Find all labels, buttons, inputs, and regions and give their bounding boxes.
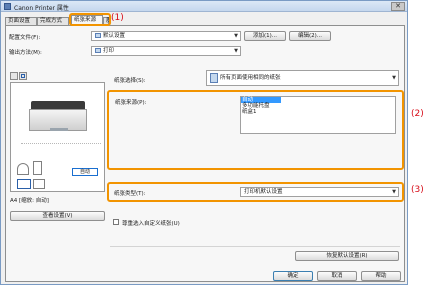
output-method-select[interactable]: 打印 ▼ — [91, 46, 241, 56]
highlight-paper-source — [107, 90, 404, 170]
highlight-paper-type — [107, 182, 404, 202]
auto-selector[interactable]: 自动 — [72, 168, 98, 176]
printer-properties-window: Canon Printer 属性 ✕ 页面设置 完成方式 纸张来源 质 配置文件… — [0, 0, 408, 285]
profile-select[interactable]: 默认设置 ▼ — [91, 31, 241, 41]
cancel-button[interactable]: 取消 — [317, 271, 357, 281]
add-profile-button[interactable]: 添加(1)... — [244, 31, 286, 41]
close-button[interactable]: ✕ — [391, 2, 405, 11]
custom-paper-label: 尊重选入自定义纸张(U) — [122, 221, 180, 227]
callout-1: (1) — [111, 13, 124, 23]
title-bar: Canon Printer 属性 ✕ — [1, 1, 407, 12]
tab-page-setup[interactable]: 页面设置 — [5, 17, 37, 25]
chevron-down-icon: ▼ — [234, 48, 238, 54]
edit-profile-button[interactable]: 编辑(2)... — [289, 31, 331, 41]
paper-selection-select[interactable]: 所有页面使用相同的纸张 ▼ — [206, 70, 399, 86]
grid-icon — [21, 74, 25, 78]
tab-panel: 配置文件(F): 默认设置 ▼ 添加(1)... 编辑(2)... 输出方法(M… — [5, 25, 405, 282]
ok-button[interactable]: 确定 — [273, 271, 313, 281]
pages-icon — [210, 72, 218, 83]
print-icon — [95, 48, 101, 53]
chevron-down-icon: ▼ — [234, 33, 238, 39]
output-method-label: 输出方法(M): — [9, 50, 42, 56]
paper-stack-icon — [17, 163, 29, 175]
profile-label: 配置文件(F): — [9, 35, 41, 41]
page-icon — [33, 161, 42, 175]
highlight-tab-paper-source — [69, 13, 111, 26]
preview-status: A4 [缩放: 自动] — [10, 198, 49, 204]
grid-view-button[interactable] — [19, 72, 27, 80]
paper-selection-label: 纸张选择(S): — [114, 78, 146, 84]
output-method-value: 打印 — [103, 48, 115, 54]
tab-finishing[interactable]: 完成方式 — [37, 17, 69, 25]
orientation-icon — [33, 179, 45, 189]
profile-value: 默认设置 — [103, 33, 126, 39]
help-button[interactable]: 帮助 — [361, 271, 401, 281]
custom-paper-checkbox[interactable] — [113, 219, 119, 225]
callout-3: (3) — [411, 185, 424, 195]
printer-app-icon — [4, 3, 11, 10]
profile-icon — [95, 33, 101, 38]
restore-defaults-button[interactable]: 恢复默认设置(R) — [295, 251, 399, 261]
window-title: Canon Printer 属性 — [14, 5, 69, 12]
feed-icon — [17, 179, 31, 189]
preview-view-button[interactable] — [10, 72, 18, 80]
printer-illustration — [29, 101, 87, 131]
chevron-down-icon: ▼ — [392, 75, 396, 81]
view-settings-button[interactable]: 查看设置(V) — [10, 211, 105, 221]
paper-selection-value: 所有页面使用相同的纸张 — [220, 75, 281, 81]
callout-2: (2) — [411, 109, 424, 119]
